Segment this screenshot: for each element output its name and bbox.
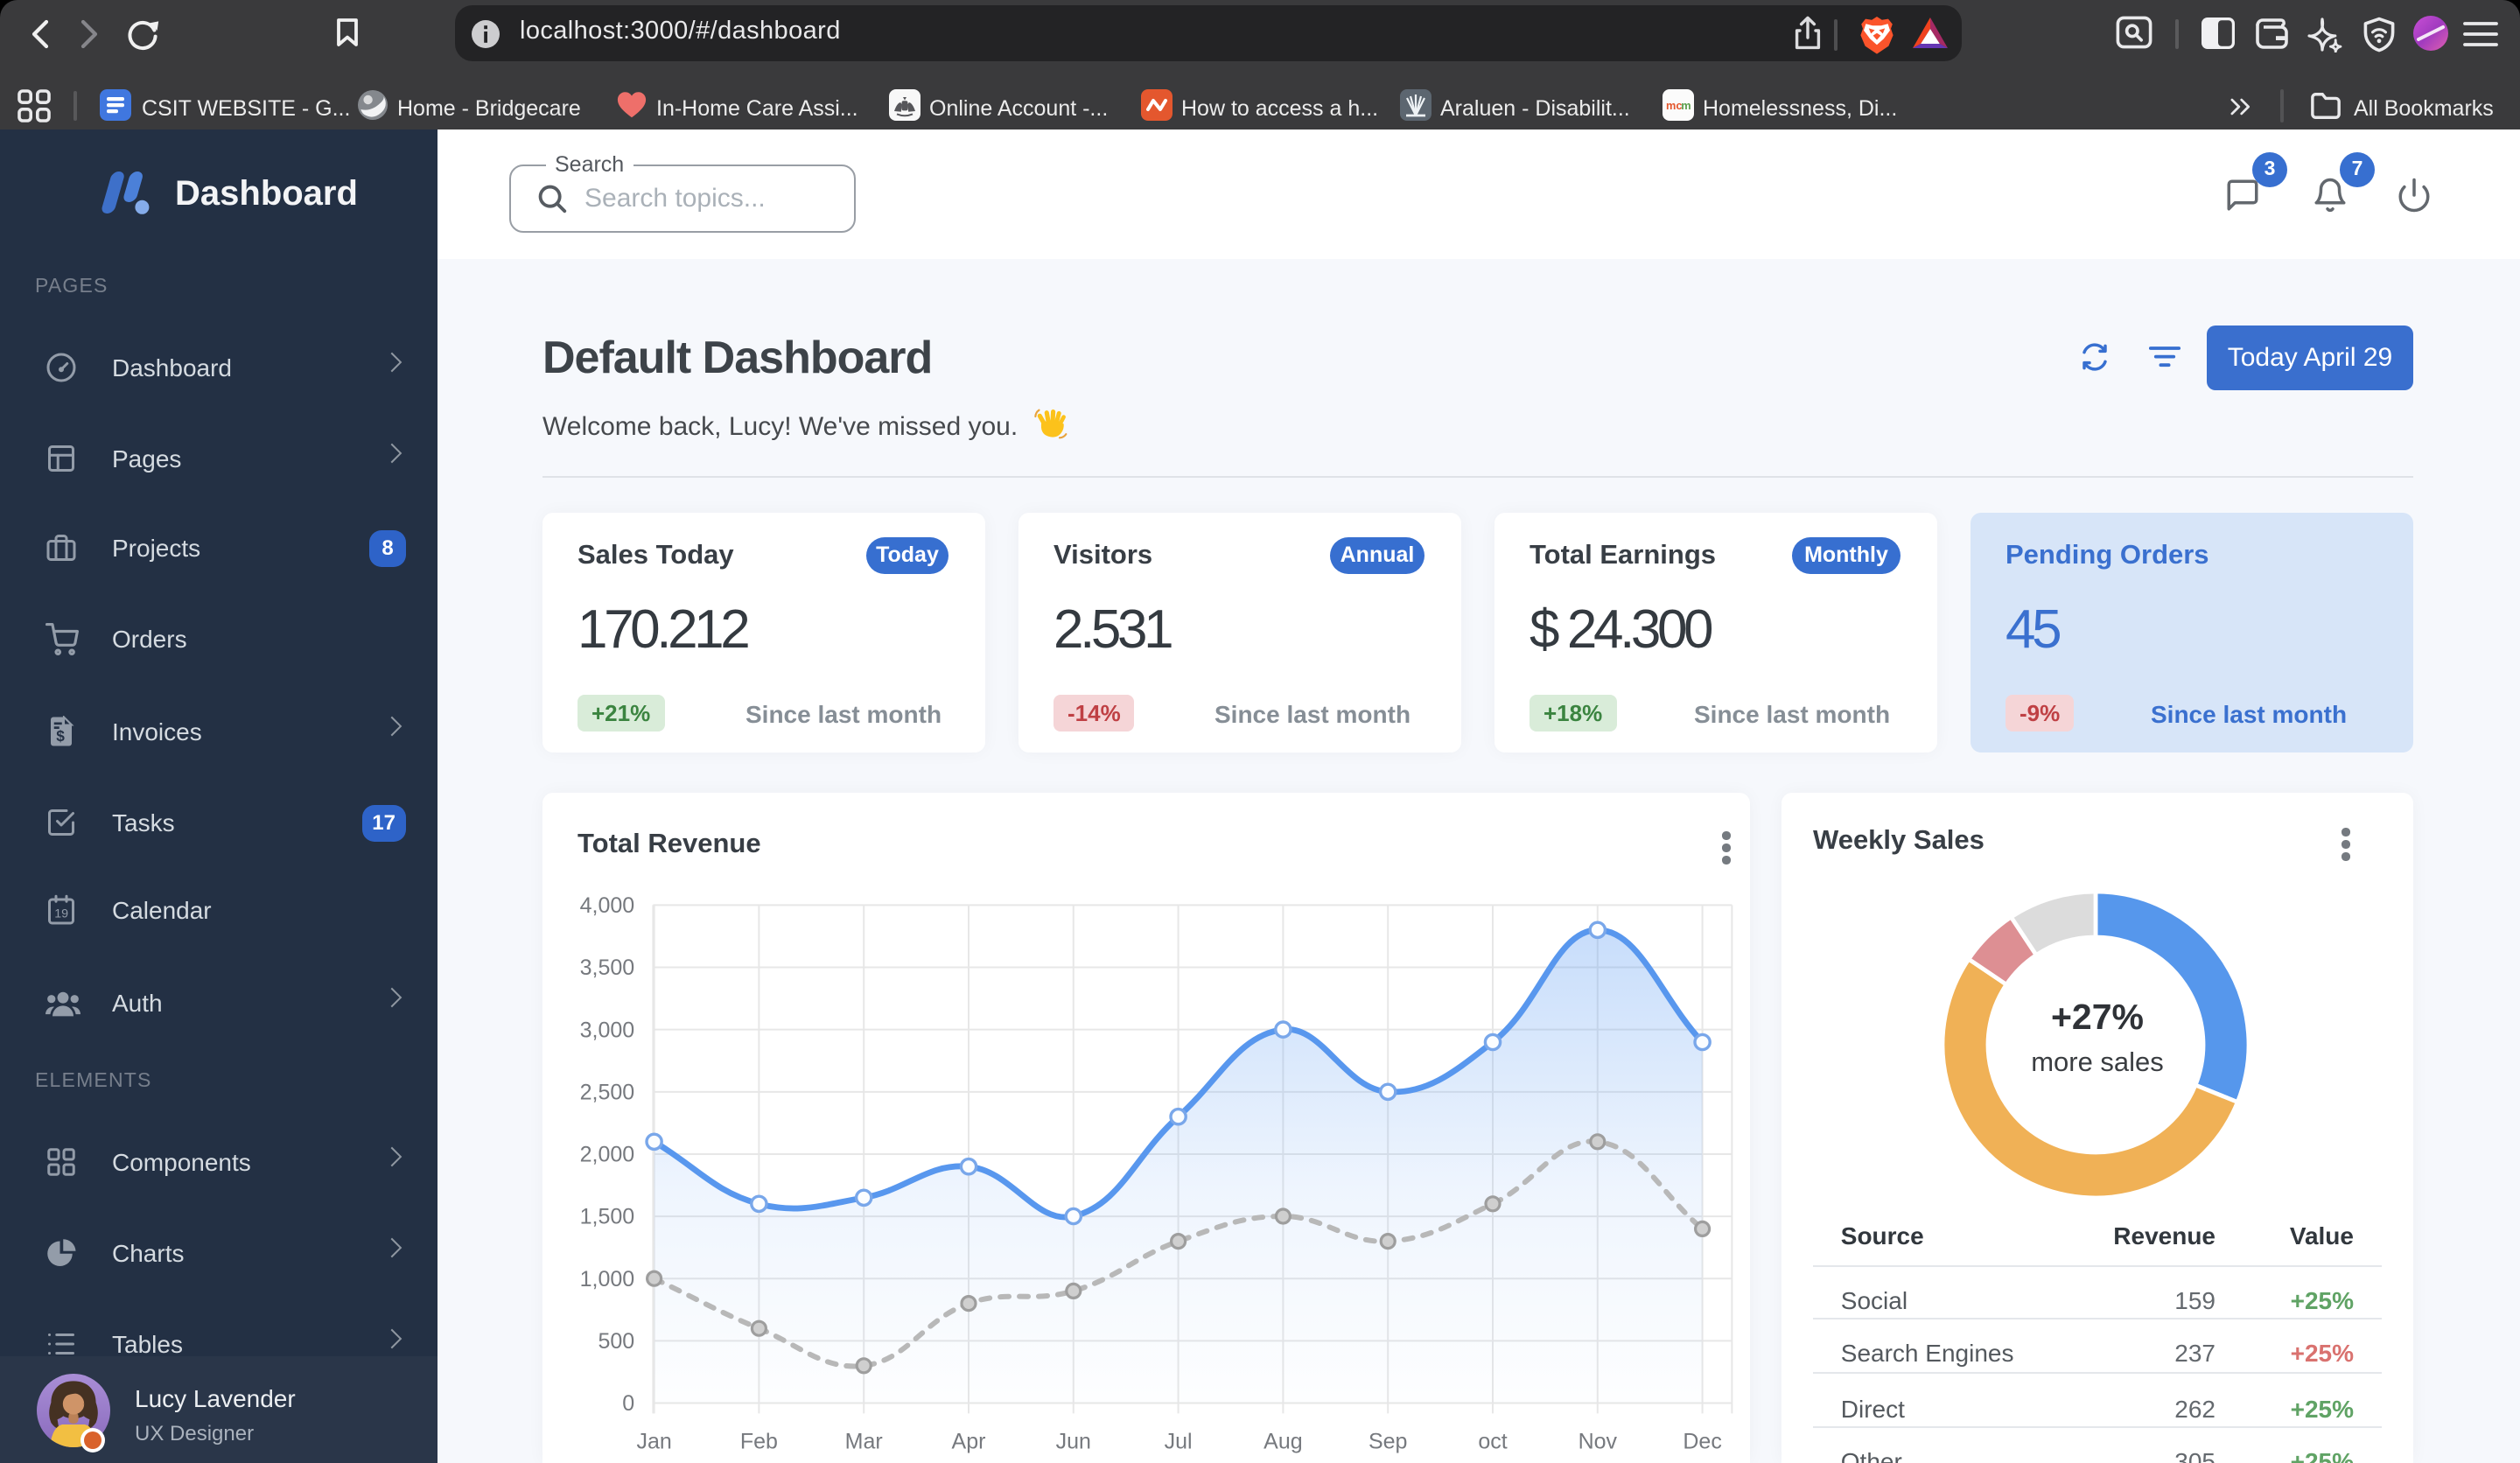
svg-text:3,500: 3,500 <box>580 956 635 980</box>
svg-text:oct: oct <box>1478 1429 1507 1453</box>
svg-text:Mar: Mar <box>845 1429 883 1453</box>
svg-text:Jul: Jul <box>1165 1429 1193 1453</box>
svg-text:Dec: Dec <box>1683 1429 1721 1453</box>
svg-text:1,000: 1,000 <box>580 1267 635 1292</box>
svg-text:$: $ <box>56 727 65 745</box>
svg-text:500: 500 <box>598 1329 634 1354</box>
svg-text:2,000: 2,000 <box>580 1143 635 1167</box>
svg-text:Jan: Jan <box>636 1429 671 1453</box>
svg-text:1,500: 1,500 <box>580 1205 635 1229</box>
svg-text:4,000: 4,000 <box>580 893 635 918</box>
svg-text:Sep: Sep <box>1368 1429 1407 1453</box>
svg-text:Apr: Apr <box>952 1429 986 1453</box>
svg-text:m: m <box>1681 99 1690 112</box>
svg-text:19: 19 <box>54 906 68 920</box>
svg-text:Jun: Jun <box>1056 1429 1091 1453</box>
svg-text:0: 0 <box>622 1391 634 1416</box>
svg-text:2,500: 2,500 <box>580 1080 635 1104</box>
svg-text:Nov: Nov <box>1578 1429 1618 1453</box>
svg-text:Aug: Aug <box>1264 1429 1302 1453</box>
svg-text:mc: mc <box>1666 99 1683 112</box>
svg-text:Feb: Feb <box>740 1429 778 1453</box>
svg-text:3,000: 3,000 <box>580 1018 635 1042</box>
